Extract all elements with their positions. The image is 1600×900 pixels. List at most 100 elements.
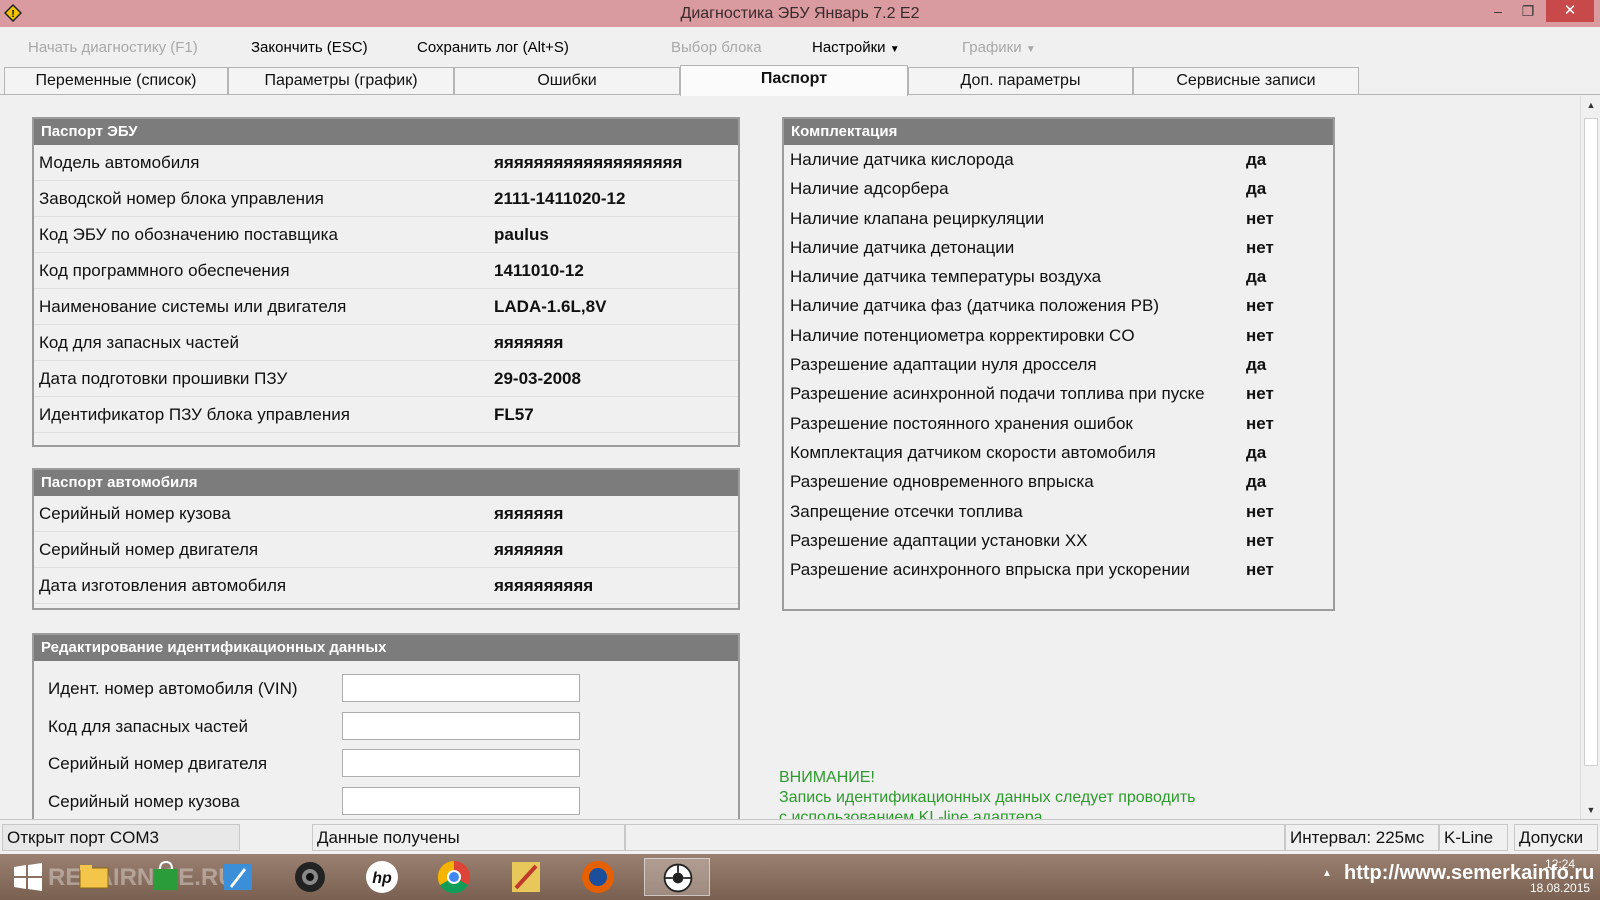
equipment-row-value: нет bbox=[1246, 325, 1274, 345]
rocket-icon[interactable] bbox=[218, 858, 258, 896]
car-row: Серийный номер двигателя яяяяяяя bbox=[34, 532, 738, 568]
equipment-row: Наличие потенциометра корректировки CO не… bbox=[784, 321, 1333, 350]
equipment-row-label: Разрешение одновременного впрыска bbox=[790, 472, 1094, 492]
passport-panel: Паспорт ЭБУ Модель автомобиля яяяяяяяяяяя… bbox=[0, 96, 1580, 819]
equipment-row: Наличие датчика температуры воздуха да bbox=[784, 262, 1333, 291]
ecu-row: Дата подготовки прошивки ПЗУ 29-03-2008 bbox=[34, 361, 738, 397]
explorer-icon[interactable] bbox=[74, 858, 114, 896]
equipment-row: Разрешение асинхронного впрыска при уско… bbox=[784, 555, 1333, 584]
ecu-row-value: 1411010-12 bbox=[494, 261, 584, 280]
camera-icon[interactable] bbox=[290, 858, 330, 896]
ecu-row-value: яяяяяяя bbox=[494, 333, 564, 352]
save-log-menu[interactable]: Сохранить лог (Alt+S) bbox=[417, 39, 569, 56]
title-bar: ! Диагностика ЭБУ Январь 7.2 E2 ‒ ❐ ✕ bbox=[0, 0, 1600, 27]
finish-menu[interactable]: Закончить (ESC) bbox=[251, 39, 368, 56]
vin-input[interactable] bbox=[342, 674, 580, 702]
equipment-row-label: Наличие датчика фаз (датчика положения Р… bbox=[790, 296, 1160, 316]
window-title: Диагностика ЭБУ Январь 7.2 E2 bbox=[680, 5, 920, 22]
ecu-row: Модель автомобиля яяяяяяяяяяяяяяяяяяя bbox=[34, 145, 738, 181]
equipment-row-value: нет bbox=[1246, 237, 1274, 257]
equipment-row-label: Наличие датчика температуры воздуха bbox=[790, 267, 1102, 287]
warning-title: ВНИМАНИЕ! bbox=[779, 769, 875, 786]
equipment-row-value: нет bbox=[1246, 560, 1274, 580]
status-bar: Открыт порт COM3 Данные получены Интерва… bbox=[0, 819, 1600, 854]
equipment-row-value: нет bbox=[1246, 413, 1274, 433]
ecu-row-value: paulus bbox=[494, 225, 549, 244]
start-diagnostics-menu[interactable]: Начать диагностику (F1) bbox=[28, 39, 198, 56]
tab-passport[interactable]: Паспорт bbox=[680, 65, 908, 96]
car-row-label: Дата изготовления автомобиля bbox=[39, 576, 287, 595]
equipment-row: Разрешение адаптации установки XX нет bbox=[784, 526, 1333, 555]
caret-down-icon: ▼ bbox=[1025, 44, 1036, 55]
warning-message: ВНИМАНИЕ! Запись идентификационных данны… bbox=[779, 768, 1195, 819]
hp-icon[interactable]: hp bbox=[362, 858, 402, 896]
ecu-row-value: FL57 bbox=[494, 405, 534, 424]
ecu-passport-group: Паспорт ЭБУ Модель автомобиля яяяяяяяяяяя… bbox=[32, 117, 740, 447]
windows-start-icon[interactable] bbox=[8, 858, 48, 896]
store-icon[interactable] bbox=[146, 858, 186, 896]
diagnostic-app-taskbar-button[interactable] bbox=[644, 858, 710, 896]
scroll-down-icon[interactable]: ▼ bbox=[1581, 801, 1600, 819]
ecu-row-label: Наименование системы или двигателя bbox=[39, 297, 347, 316]
body-serial-label: Серийный номер кузова bbox=[48, 791, 240, 811]
ecu-row-value: LADA-1.6L,8V bbox=[494, 297, 607, 316]
equipment-row-label: Наличие клапана рециркуляции bbox=[790, 208, 1045, 228]
status-tolerances[interactable]: Допуски bbox=[1514, 824, 1598, 851]
tab-extra-params[interactable]: Доп. параметры bbox=[908, 67, 1133, 94]
select-block-menu[interactable]: Выбор блока bbox=[671, 39, 762, 56]
ecu-row-value: 2111-1411020-12 bbox=[494, 189, 626, 208]
warning-line-2: с использованием KL-line адаптера bbox=[779, 809, 1043, 819]
equipment-row-label: Разрешение адаптации установки XX bbox=[790, 530, 1088, 550]
firefox-icon[interactable] bbox=[578, 858, 618, 896]
status-port: Открыт порт COM3 bbox=[2, 824, 240, 851]
tab-variables[interactable]: Переменные (список) bbox=[4, 67, 228, 94]
ecu-row-value: яяяяяяяяяяяяяяяяяяя bbox=[494, 153, 683, 172]
tab-service-records[interactable]: Сервисные записи bbox=[1133, 67, 1359, 94]
vin-row: Идент. номер автомобиля (VIN) bbox=[34, 669, 738, 707]
status-data: Данные получены bbox=[312, 824, 625, 851]
body-serial-row: Серийный номер кузова bbox=[34, 782, 738, 820]
equipment-row-value: нет bbox=[1246, 296, 1274, 316]
equipment-row-label: Наличие адсорбера bbox=[790, 179, 949, 199]
svg-text:hp: hp bbox=[372, 870, 392, 887]
car-row-value: яяяяяяя bbox=[494, 540, 564, 559]
equipment-row-label: Наличие датчика кислорода bbox=[790, 150, 1014, 169]
car-row-label: Серийный номер кузова bbox=[39, 504, 231, 523]
chrome-icon[interactable] bbox=[434, 858, 474, 896]
spare-parts-input[interactable] bbox=[342, 711, 580, 740]
car-row-value: яяяяяяяяяя bbox=[494, 576, 594, 595]
minimize-button[interactable]: ‒ bbox=[1484, 0, 1512, 22]
tab-strip: Переменные (список) Параметры (график) О… bbox=[0, 65, 1600, 96]
status-empty bbox=[625, 824, 1285, 851]
equipment-row-label: Разрешение асинхронной подачи топлива пр… bbox=[790, 384, 1205, 404]
equipment-row-value: да bbox=[1246, 472, 1267, 492]
menu-bar: Начать диагностику (F1) Закончить (ESC) … bbox=[0, 27, 1600, 63]
scroll-up-icon[interactable]: ▲ bbox=[1581, 96, 1600, 114]
vin-label: Идент. номер автомобиля (VIN) bbox=[48, 679, 298, 698]
ecu-row-label: Дата подготовки прошивки ПЗУ bbox=[39, 369, 288, 388]
close-button[interactable]: ✕ bbox=[1546, 0, 1594, 22]
equipment-row-label: Наличие потенциометра корректировки CO bbox=[790, 325, 1135, 345]
body-serial-input[interactable] bbox=[342, 786, 580, 815]
tab-parameters-graph[interactable]: Параметры (график) bbox=[228, 67, 454, 94]
tray-chevron-icon[interactable]: ▲ bbox=[1322, 868, 1332, 879]
equipment-row: Разрешение одновременного впрыска да bbox=[784, 467, 1333, 496]
tray-clock[interactable]: 12:24 18.08.2015 bbox=[1530, 856, 1590, 896]
vertical-scrollbar[interactable]: ▲ ▼ bbox=[1580, 96, 1600, 819]
ecu-row-label: Код ЭБУ по обозначению поставщика bbox=[39, 225, 338, 244]
ecu-row: Код для запасных частей яяяяяяя bbox=[34, 325, 738, 361]
settings-menu[interactable]: Настройки ▼ bbox=[812, 39, 900, 56]
clock-time: 12:24 bbox=[1545, 857, 1576, 871]
equipment-row: Комплектация датчиком скорости автомобил… bbox=[784, 438, 1333, 467]
engine-serial-input[interactable] bbox=[342, 749, 580, 777]
graphs-menu-label: Графики bbox=[962, 39, 1022, 56]
tab-errors[interactable]: Ошибки bbox=[454, 67, 680, 94]
maximize-button[interactable]: ❐ bbox=[1514, 0, 1542, 22]
sumatra-icon[interactable] bbox=[506, 858, 546, 896]
equipment-row-label: Запрещение отсечки топлива bbox=[790, 501, 1023, 521]
car-passport-title: Паспорт автомобиля bbox=[34, 470, 738, 496]
graphs-menu[interactable]: Графики ▼ bbox=[962, 39, 1036, 56]
equipment-row: Разрешение асинхронной подачи топлива пр… bbox=[784, 379, 1333, 408]
equipment-row-value: нет bbox=[1246, 208, 1274, 228]
scroll-thumb[interactable] bbox=[1584, 118, 1598, 766]
